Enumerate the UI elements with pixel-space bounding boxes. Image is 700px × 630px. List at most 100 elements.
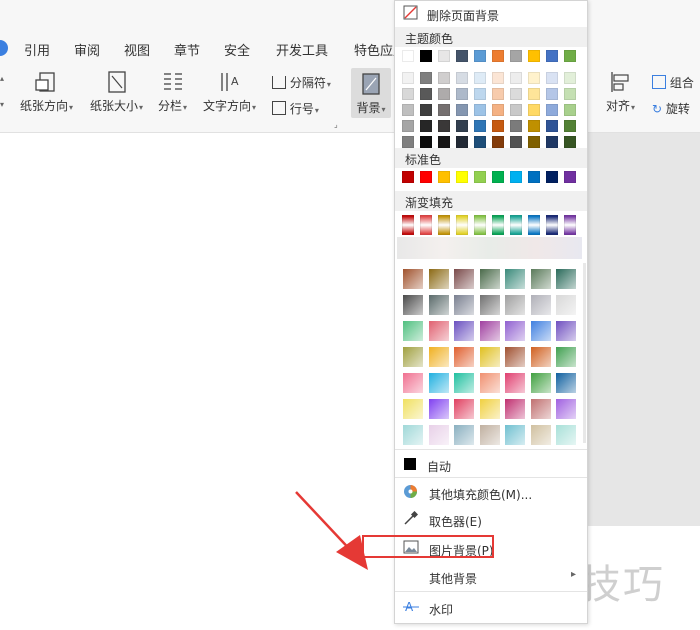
gradient-preset-swatch[interactable] bbox=[428, 425, 449, 445]
gradient-preset-swatch[interactable] bbox=[556, 269, 576, 289]
theme-shade-swatch[interactable] bbox=[402, 88, 414, 100]
standard-color-swatch[interactable] bbox=[546, 171, 558, 183]
standard-color-swatch[interactable] bbox=[420, 171, 432, 183]
gradient-swatch[interactable] bbox=[402, 215, 414, 235]
theme-shade-swatch[interactable] bbox=[510, 120, 522, 132]
eyedropper-item[interactable]: 取色器(E) bbox=[395, 506, 587, 532]
gradient-swatch[interactable] bbox=[546, 215, 558, 235]
theme-shade-swatch[interactable] bbox=[492, 88, 504, 100]
gradient-swatch[interactable] bbox=[528, 215, 540, 235]
theme-shade-swatch[interactable] bbox=[420, 88, 432, 100]
gradient-preset-swatch[interactable] bbox=[505, 347, 525, 367]
gradient-preset-swatch[interactable] bbox=[530, 321, 551, 341]
gradient-preset-swatch[interactable] bbox=[530, 295, 551, 315]
chevron-up-icon[interactable]: ▴ bbox=[0, 74, 4, 83]
text-direction-button[interactable]: A 文字方向▾ bbox=[203, 70, 256, 114]
theme-shade-swatch[interactable] bbox=[528, 104, 540, 116]
gradient-preset-swatch[interactable] bbox=[556, 321, 576, 341]
theme-shade-swatch[interactable] bbox=[528, 136, 540, 148]
theme-shade-swatch[interactable] bbox=[492, 72, 504, 84]
gradient-preset-swatch[interactable] bbox=[428, 295, 449, 315]
auto-color-item[interactable]: 自动 bbox=[395, 453, 587, 475]
gradient-preset-swatch[interactable] bbox=[479, 321, 500, 341]
gradient-swatch[interactable] bbox=[492, 215, 504, 235]
gradient-preset-swatch[interactable] bbox=[403, 347, 423, 367]
theme-shade-swatch[interactable] bbox=[564, 88, 576, 100]
tab-security[interactable]: 安全 bbox=[224, 40, 250, 59]
gradient-swatch[interactable] bbox=[474, 215, 486, 235]
theme-color-swatch[interactable] bbox=[510, 50, 522, 62]
theme-shade-swatch[interactable] bbox=[402, 72, 414, 84]
theme-shade-swatch[interactable] bbox=[546, 120, 558, 132]
theme-color-swatch[interactable] bbox=[456, 50, 468, 62]
theme-shade-swatch[interactable] bbox=[438, 120, 450, 132]
line-number-button[interactable]: 行号▾ bbox=[272, 100, 319, 117]
tab-chapter[interactable]: 章节 bbox=[174, 40, 200, 59]
gradient-preset-swatch[interactable] bbox=[479, 347, 500, 367]
group-button[interactable]: 组合 bbox=[652, 74, 694, 91]
standard-color-swatch[interactable] bbox=[474, 171, 486, 183]
theme-shade-swatch[interactable] bbox=[546, 104, 558, 116]
theme-shade-swatch[interactable] bbox=[402, 104, 414, 116]
remove-background-item[interactable]: 删除页面背景 bbox=[395, 1, 587, 25]
gradient-preset-swatch[interactable] bbox=[556, 347, 576, 367]
gradient-preset-swatch[interactable] bbox=[403, 373, 423, 393]
gradient-preset-swatch[interactable] bbox=[530, 269, 551, 289]
theme-shade-swatch[interactable] bbox=[438, 104, 450, 116]
theme-shade-swatch[interactable] bbox=[438, 136, 450, 148]
align-button[interactable]: 对齐▾ bbox=[606, 70, 635, 114]
gradient-preset-swatch[interactable] bbox=[428, 321, 449, 341]
gradient-preset-swatch[interactable] bbox=[454, 347, 474, 367]
theme-shade-swatch[interactable] bbox=[510, 72, 522, 84]
theme-shade-swatch[interactable] bbox=[474, 120, 486, 132]
tab-developer[interactable]: 开发工具 bbox=[276, 40, 328, 59]
gradient-preset-swatch[interactable] bbox=[428, 347, 449, 367]
theme-shade-swatch[interactable] bbox=[528, 120, 540, 132]
breaks-button[interactable]: 分隔符▾ bbox=[272, 74, 331, 91]
theme-shade-swatch[interactable] bbox=[492, 120, 504, 132]
gradient-preset-swatch[interactable] bbox=[505, 269, 525, 289]
gradient-preset-swatch[interactable] bbox=[530, 347, 551, 367]
gradient-preset-swatch[interactable] bbox=[505, 399, 525, 419]
gradient-preset-swatch[interactable] bbox=[556, 295, 576, 315]
theme-shade-swatch[interactable] bbox=[402, 136, 414, 148]
gradient-swatch[interactable] bbox=[510, 215, 522, 235]
gradient-preset-swatch[interactable] bbox=[454, 269, 474, 289]
tab-review[interactable]: 审阅 bbox=[74, 40, 100, 59]
gradient-preset-swatch[interactable] bbox=[479, 399, 500, 419]
gradient-preset-swatch[interactable] bbox=[479, 269, 500, 289]
theme-shade-swatch[interactable] bbox=[402, 120, 414, 132]
theme-shade-swatch[interactable] bbox=[438, 72, 450, 84]
theme-shade-swatch[interactable] bbox=[474, 72, 486, 84]
theme-color-swatch[interactable] bbox=[420, 50, 432, 62]
gradient-preset-swatch[interactable] bbox=[505, 321, 525, 341]
gradient-preset-swatch[interactable] bbox=[403, 425, 423, 445]
theme-shade-swatch[interactable] bbox=[456, 72, 468, 84]
standard-color-swatch[interactable] bbox=[438, 171, 450, 183]
standard-color-swatch[interactable] bbox=[402, 171, 414, 183]
gradient-swatch[interactable] bbox=[564, 215, 576, 235]
gradient-preset-swatch[interactable] bbox=[530, 373, 551, 393]
page-size-button[interactable]: 纸张大小▾ bbox=[90, 70, 143, 114]
standard-color-swatch[interactable] bbox=[510, 171, 522, 183]
theme-shade-swatch[interactable] bbox=[492, 104, 504, 116]
theme-shade-swatch[interactable] bbox=[546, 88, 558, 100]
gradient-preset-swatch[interactable] bbox=[403, 269, 423, 289]
theme-shade-swatch[interactable] bbox=[564, 136, 576, 148]
other-background-item[interactable]: 其他背景 ▸ bbox=[395, 563, 587, 589]
gradient-preset-swatch[interactable] bbox=[428, 399, 449, 419]
gradient-preset-swatch[interactable] bbox=[403, 321, 423, 341]
background-button[interactable]: 背景▾ bbox=[351, 68, 391, 118]
gradient-preset-swatch[interactable] bbox=[479, 373, 500, 393]
theme-shade-swatch[interactable] bbox=[438, 88, 450, 100]
theme-shade-swatch[interactable] bbox=[456, 120, 468, 132]
gradient-preset-swatch[interactable] bbox=[403, 295, 423, 315]
gradient-preset-swatch[interactable] bbox=[505, 295, 525, 315]
theme-shade-swatch[interactable] bbox=[510, 104, 522, 116]
gradient-swatch[interactable] bbox=[456, 215, 468, 235]
gradient-swatch[interactable] bbox=[420, 215, 432, 235]
gradient-preset-swatch[interactable] bbox=[428, 373, 449, 393]
theme-color-swatch[interactable] bbox=[438, 50, 450, 62]
gradient-preset-swatch[interactable] bbox=[403, 399, 423, 419]
columns-button[interactable]: 分栏▾ bbox=[158, 70, 187, 114]
